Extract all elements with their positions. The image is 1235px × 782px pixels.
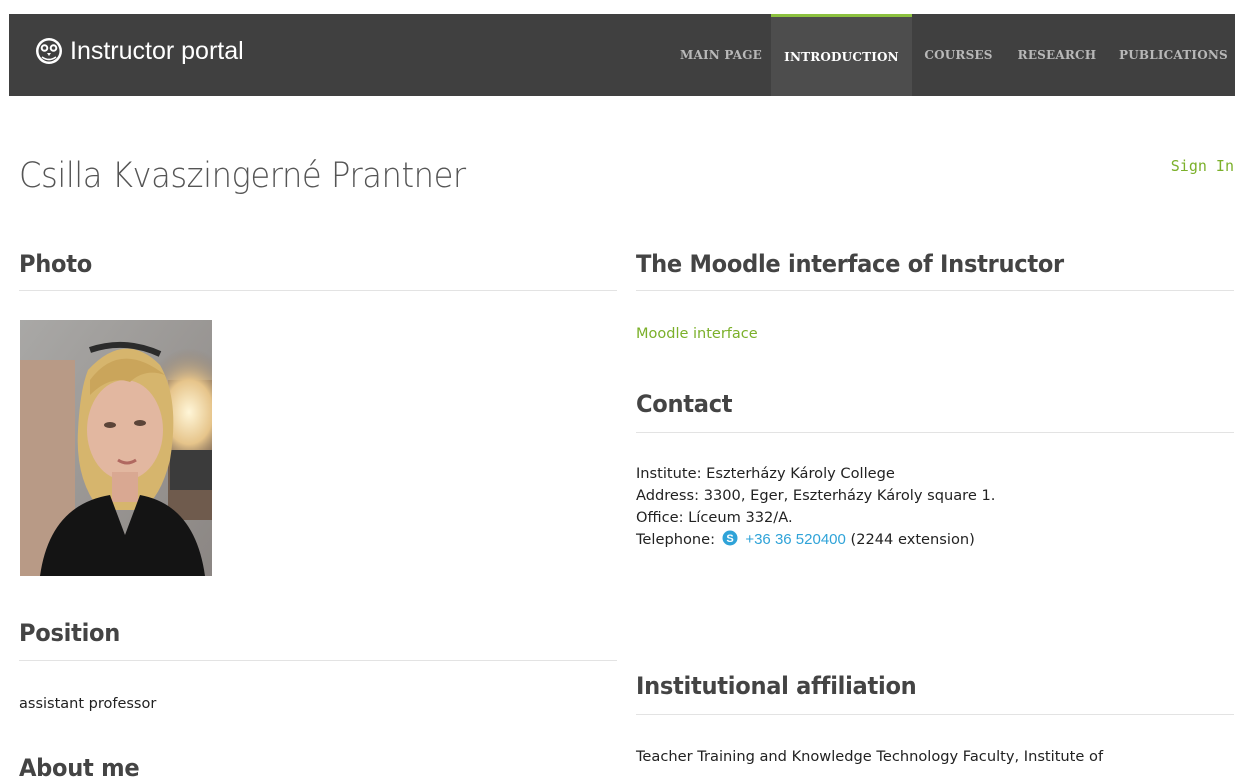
position-divider	[19, 660, 617, 661]
moodle-divider	[636, 290, 1234, 291]
office-value: Líceum 332/A.	[688, 509, 793, 526]
telephone-link[interactable]: +36 36 520400	[745, 531, 846, 548]
telephone-label: Telephone:	[636, 531, 716, 548]
photo-heading: Photo	[19, 250, 92, 278]
nav-introduction[interactable]: INTRODUCTION	[771, 14, 912, 96]
contact-divider	[636, 432, 1234, 433]
office-row: Office: Líceum 332/A.	[636, 507, 995, 529]
instructor-photo	[20, 320, 212, 576]
main-nav: MAIN PAGE INTRODUCTION COURSES RESEARCH …	[9, 14, 1235, 96]
address-label: Address:	[636, 487, 700, 504]
skype-icon[interactable]: S	[722, 530, 738, 546]
address-value: 3300, Eger, Eszterházy Károly square 1.	[703, 487, 996, 504]
about-me-heading: About me	[19, 754, 140, 782]
address-row: Address: 3300, Eger, Eszterházy Károly s…	[636, 485, 995, 507]
sign-in-link[interactable]: Sign In	[1171, 157, 1234, 175]
svg-text:S: S	[726, 533, 733, 545]
telephone-extension: (2244 extension)	[850, 531, 975, 548]
position-value: assistant professor	[19, 696, 157, 712]
telephone-row: Telephone: S +36 36 520400 (2244 extensi…	[636, 529, 995, 551]
affiliation-heading: Institutional affiliation	[636, 672, 917, 700]
nav-publications[interactable]: PUBLICATIONS	[1109, 14, 1235, 96]
institute-label: Institute:	[636, 465, 702, 482]
affiliation-divider	[636, 714, 1234, 715]
nav-main-page[interactable]: MAIN PAGE	[671, 14, 771, 96]
photo-divider	[19, 290, 617, 291]
moodle-interface-link[interactable]: Moodle interface	[636, 326, 758, 342]
contact-heading: Contact	[636, 390, 733, 418]
position-heading: Position	[19, 619, 121, 647]
nav-courses[interactable]: COURSES	[912, 14, 1005, 96]
top-navigation-bar: Instructor portal MAIN PAGE INTRODUCTION…	[9, 14, 1235, 96]
instructor-name: Csilla Kvaszingerné Prantner	[19, 156, 466, 196]
institute-value: Eszterházy Károly College	[706, 465, 895, 482]
institute-row: Institute: Eszterházy Károly College	[636, 463, 995, 485]
moodle-heading: The Moodle interface of Instructor	[636, 250, 1064, 278]
office-label: Office:	[636, 509, 684, 526]
contact-details: Institute: Eszterházy Károly College Add…	[636, 463, 995, 551]
nav-research[interactable]: RESEARCH	[1005, 14, 1109, 96]
affiliation-text: Teacher Training and Knowledge Technolog…	[636, 748, 1104, 765]
